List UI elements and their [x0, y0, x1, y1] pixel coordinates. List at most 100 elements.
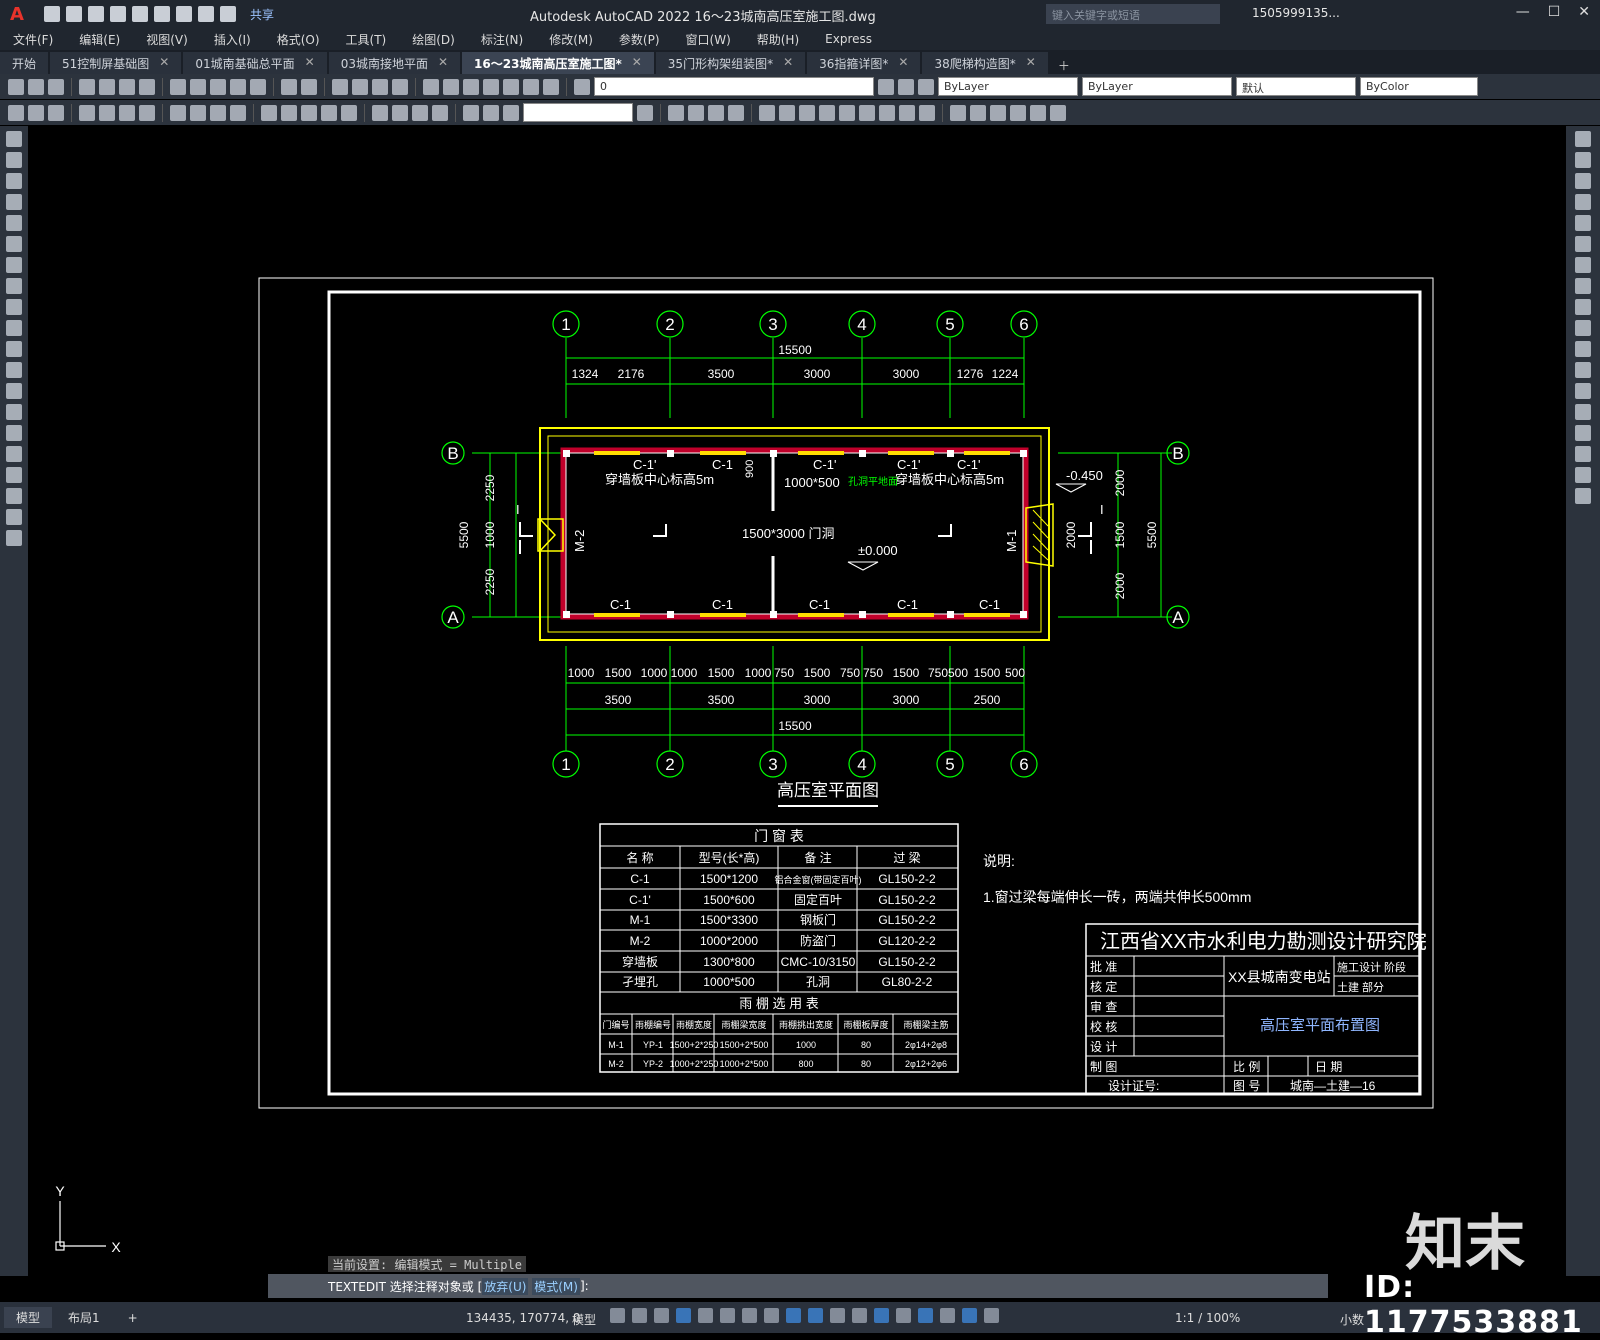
insert-block-icon[interactable]	[6, 362, 22, 378]
jogged-icon[interactable]	[190, 104, 206, 121]
move-icon[interactable]	[1575, 236, 1591, 252]
redo-icon[interactable]	[220, 6, 236, 22]
save-web-icon[interactable]	[154, 6, 170, 22]
jogged-linear-icon[interactable]	[432, 104, 448, 121]
center-mark-icon[interactable]	[392, 104, 408, 121]
undo-icon[interactable]	[281, 78, 297, 95]
polyline-icon[interactable]	[6, 173, 22, 189]
baseline-icon[interactable]	[281, 104, 297, 121]
close-icon[interactable]: ✕	[1026, 55, 1036, 74]
close-icon[interactable]: ✕	[783, 55, 793, 74]
snap-icon[interactable]	[632, 1308, 647, 1323]
menu-tools[interactable]: 工具(T)	[333, 31, 400, 48]
layer-properties-icon[interactable]	[574, 78, 590, 95]
menu-insert[interactable]: 插入(I)	[201, 31, 264, 48]
object-track-icon[interactable]	[764, 1308, 779, 1323]
line-icon[interactable]	[6, 131, 22, 147]
layer-previous-icon[interactable]	[898, 78, 914, 95]
make-current-icon[interactable]	[878, 78, 894, 95]
array-icon[interactable]	[1575, 215, 1591, 231]
explode-icon[interactable]	[1575, 488, 1591, 504]
selection-cycling-icon[interactable]	[852, 1308, 867, 1323]
spline-icon[interactable]	[6, 299, 22, 315]
trim-icon[interactable]	[1575, 320, 1591, 336]
quickcalc-icon[interactable]	[523, 78, 539, 95]
tool-icon[interactable]	[8, 104, 24, 121]
option-mode[interactable]: 模式(M)	[532, 1277, 580, 1295]
properties-icon[interactable]	[423, 78, 439, 95]
modify-icon[interactable]	[950, 104, 966, 121]
modify-icon[interactable]	[728, 104, 744, 121]
modify-icon[interactable]	[990, 104, 1006, 121]
menu-parametric[interactable]: 参数(P)	[606, 31, 673, 48]
arc-icon[interactable]	[6, 236, 22, 252]
modify-icon[interactable]	[759, 104, 775, 121]
share-button[interactable]: 共享	[250, 6, 274, 23]
command-line[interactable]: TEXTEDIT 选择注释对象或 [ 放弃(U) 模式(M) ]:	[268, 1274, 1328, 1298]
pan-icon[interactable]	[332, 78, 348, 95]
menu-modify[interactable]: 修改(M)	[536, 31, 606, 48]
circle-icon[interactable]	[6, 257, 22, 273]
region-icon[interactable]	[6, 467, 22, 483]
fillet-icon[interactable]	[1575, 446, 1591, 462]
linetype-combo[interactable]: ByLayer	[1082, 77, 1232, 96]
tab-file[interactable]: 01城南基础总平面 ✕	[183, 52, 327, 74]
tool-icon[interactable]	[28, 104, 44, 121]
save-icon[interactable]	[48, 78, 64, 95]
sheet-set-icon[interactable]	[483, 78, 499, 95]
open-file-icon[interactable]	[66, 6, 82, 22]
dim-style-icon[interactable]	[637, 104, 653, 121]
table-icon[interactable]	[6, 488, 22, 504]
close-icon[interactable]: ✕	[632, 55, 642, 74]
modify-icon[interactable]	[879, 104, 895, 121]
publish-icon[interactable]	[119, 78, 135, 95]
ordinate-icon[interactable]	[139, 104, 155, 121]
menu-edit[interactable]: 编辑(E)	[66, 31, 133, 48]
modify-icon[interactable]	[668, 104, 684, 121]
modify-icon[interactable]	[839, 104, 855, 121]
plot-icon[interactable]	[79, 78, 95, 95]
modify-icon[interactable]	[688, 104, 704, 121]
copy-icon[interactable]	[190, 78, 206, 95]
modify-icon[interactable]	[1050, 104, 1066, 121]
close-icon[interactable]: ✕	[898, 55, 908, 74]
add-tab-button[interactable]: ＋	[1050, 57, 1078, 74]
plot-icon[interactable]	[176, 6, 192, 22]
text-icon[interactable]	[6, 509, 22, 525]
lineweight-combo[interactable]: 默认	[1236, 77, 1356, 96]
layer-combo[interactable]: 0	[594, 77, 874, 96]
tab-layout[interactable]: 布局1	[56, 1307, 112, 1328]
modify-icon[interactable]	[779, 104, 795, 121]
modify-icon[interactable]	[970, 104, 986, 121]
tab-start[interactable]: 开始	[0, 52, 49, 74]
tab-file[interactable]: 36指箍详图* ✕	[807, 52, 921, 74]
menu-express[interactable]: Express	[812, 32, 885, 46]
dimtedit-icon[interactable]	[483, 104, 499, 121]
blend-icon[interactable]	[1575, 467, 1591, 483]
tab-file[interactable]: 38爬梯构造图* ✕	[922, 52, 1048, 74]
rotate-icon[interactable]	[1575, 257, 1591, 273]
option-undo[interactable]: 放弃(U)	[482, 1277, 529, 1295]
isodraft-icon[interactable]	[742, 1308, 757, 1323]
rectangle-icon[interactable]	[6, 215, 22, 231]
modify-icon[interactable]	[859, 104, 875, 121]
diameter-icon[interactable]	[210, 104, 226, 121]
menu-draw[interactable]: 绘图(D)	[399, 31, 468, 48]
close-icon[interactable]: ✕	[305, 55, 315, 74]
units-display[interactable]: 小数	[1340, 1311, 1364, 1328]
stretch-icon[interactable]	[1575, 299, 1591, 315]
gizmo-icon[interactable]	[940, 1308, 955, 1323]
color-combo[interactable]: ByLayer	[938, 77, 1078, 96]
infer-icon[interactable]	[654, 1308, 669, 1323]
gradient-icon[interactable]	[6, 446, 22, 462]
autocad-logo-icon[interactable]: A	[0, 0, 34, 28]
tab-model[interactable]: 模型	[4, 1307, 53, 1328]
modify-icon[interactable]	[899, 104, 915, 121]
undo-icon[interactable]	[198, 6, 214, 22]
join-icon[interactable]	[1575, 404, 1591, 420]
open-web-icon[interactable]	[132, 6, 148, 22]
layer-states-icon[interactable]	[918, 78, 934, 95]
revcloud-icon[interactable]	[6, 278, 22, 294]
radius-icon[interactable]	[170, 104, 186, 121]
dim-space-icon[interactable]	[321, 104, 337, 121]
